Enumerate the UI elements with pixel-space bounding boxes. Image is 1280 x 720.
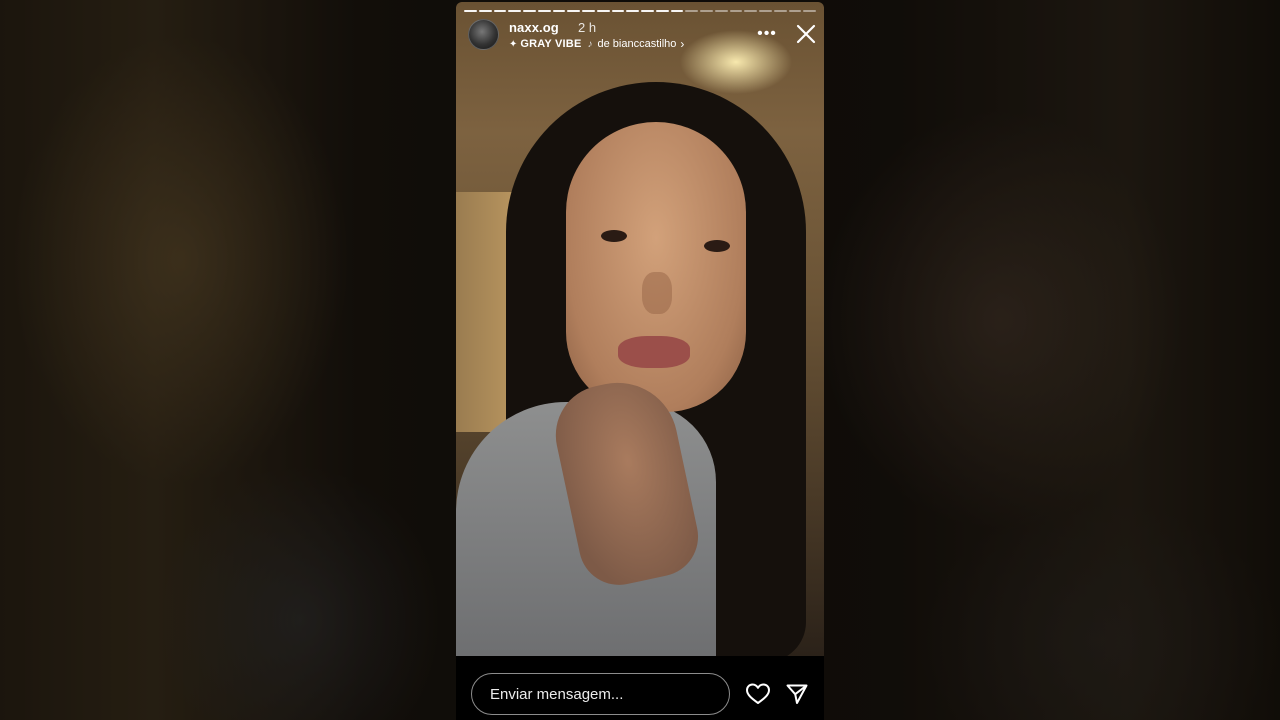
photo-eye-right bbox=[704, 240, 730, 252]
progress-segment bbox=[611, 10, 625, 12]
username[interactable]: naxx.og bbox=[509, 20, 559, 35]
progress-segment bbox=[641, 10, 654, 12]
progress-segment bbox=[523, 10, 536, 12]
share-button[interactable] bbox=[785, 682, 809, 706]
progress-segment bbox=[464, 10, 477, 12]
music-attribution[interactable]: ✦ GRAY VIBE ♪ de bianccastilho › bbox=[509, 37, 684, 51]
progress-segment bbox=[773, 10, 787, 12]
story-photo[interactable] bbox=[456, 2, 824, 656]
like-button[interactable] bbox=[745, 682, 771, 706]
photo-eye-left bbox=[601, 230, 627, 242]
music-note-icon: ♪ bbox=[587, 38, 593, 50]
avatar[interactable] bbox=[468, 19, 499, 50]
progress-segment bbox=[788, 10, 802, 12]
chevron-right-icon: › bbox=[680, 37, 685, 51]
heart-icon bbox=[746, 683, 770, 704]
progress-segment bbox=[596, 10, 610, 12]
photo-lips bbox=[618, 336, 690, 368]
timestamp: 2 h bbox=[578, 20, 597, 35]
more-icon: ••• bbox=[757, 25, 777, 42]
message-input[interactable] bbox=[471, 673, 730, 715]
photo-nose bbox=[642, 272, 672, 314]
progress-segment bbox=[803, 10, 816, 12]
progress-segment bbox=[567, 10, 580, 12]
progress-segment bbox=[714, 10, 728, 12]
progress-segment bbox=[744, 10, 757, 12]
progress-segment bbox=[508, 10, 521, 12]
photo-face bbox=[566, 122, 746, 412]
progress-segment bbox=[478, 10, 492, 12]
song-title: GRAY VIBE bbox=[520, 38, 582, 50]
send-icon bbox=[786, 684, 808, 704]
story-viewer: naxx.og 2 h ✦ GRAY VIBE ♪ de bianccastil… bbox=[0, 0, 1280, 720]
progress-segment bbox=[685, 10, 698, 12]
progress-segment bbox=[729, 10, 743, 12]
more-options-button[interactable]: ••• bbox=[756, 24, 778, 44]
close-icon bbox=[796, 24, 816, 44]
reply-bar bbox=[456, 656, 824, 720]
story-card[interactable]: naxx.og 2 h ✦ GRAY VIBE ♪ de bianccastil… bbox=[456, 2, 824, 720]
story-progress-bar bbox=[464, 10, 816, 12]
progress-segment bbox=[626, 10, 639, 12]
sparkle-icon: ✦ bbox=[509, 38, 518, 50]
progress-segment bbox=[700, 10, 713, 12]
close-button[interactable] bbox=[794, 22, 818, 46]
progress-segment bbox=[655, 10, 669, 12]
progress-segment bbox=[552, 10, 566, 12]
progress-segment bbox=[493, 10, 507, 12]
progress-segment bbox=[670, 10, 684, 12]
progress-segment bbox=[582, 10, 595, 12]
progress-segment bbox=[759, 10, 772, 12]
song-artist: de bianccastilho bbox=[597, 38, 677, 50]
progress-segment bbox=[537, 10, 551, 12]
